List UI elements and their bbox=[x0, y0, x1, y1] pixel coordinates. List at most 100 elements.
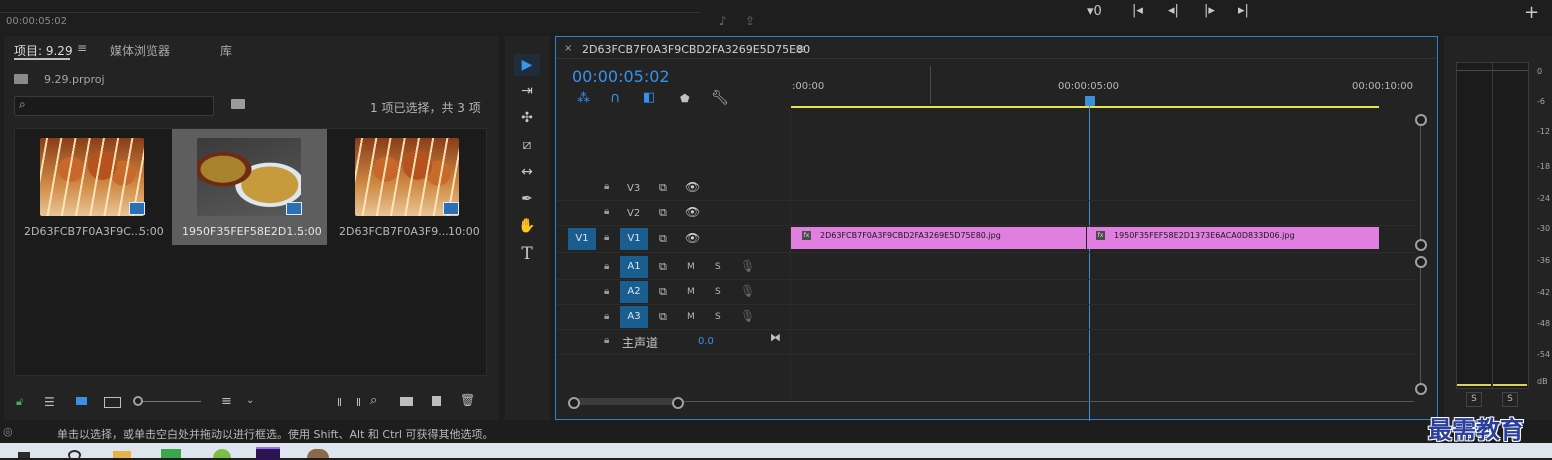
new-bin-icon[interactable] bbox=[400, 397, 413, 406]
scroll-handle[interactable] bbox=[1415, 383, 1427, 395]
panel-menu-icon[interactable]: ≡ bbox=[77, 41, 87, 55]
step-forward-icon[interactable]: |▸ bbox=[1204, 3, 1215, 18]
playhead-handle[interactable] bbox=[1085, 96, 1095, 106]
mute-button[interactable]: M bbox=[687, 287, 695, 297]
lock-icon[interactable]: 🔒︎ bbox=[604, 335, 609, 346]
avatar[interactable] bbox=[307, 449, 329, 458]
timeline-timecode[interactable]: 00:00:05:02 bbox=[572, 67, 670, 86]
marker-icon[interactable]: ▾0 bbox=[1087, 4, 1102, 19]
mute-button[interactable]: M bbox=[687, 262, 695, 272]
mute-button[interactable]: M bbox=[687, 312, 695, 322]
scroll-handle[interactable] bbox=[1415, 114, 1427, 126]
panel-menu-icon[interactable]: ≡ bbox=[795, 42, 805, 56]
solo-left-button[interactable]: S bbox=[1466, 392, 1482, 407]
eye-icon[interactable]: 👁︎ bbox=[685, 180, 700, 194]
eye-icon[interactable]: 👁︎ bbox=[685, 205, 700, 219]
lock-icon[interactable]: 🔓︎ bbox=[16, 395, 23, 409]
search-input[interactable] bbox=[14, 96, 214, 116]
microphone-icon[interactable]: 🎙︎ bbox=[740, 259, 755, 273]
sync-lock-icon[interactable]: ⧉ bbox=[659, 181, 667, 195]
icon-view-icon[interactable] bbox=[76, 397, 87, 405]
freeform-view-icon[interactable] bbox=[104, 397, 121, 408]
lock-icon[interactable]: 🔒︎ bbox=[604, 206, 609, 217]
automate-to-sequence-icon[interactable] bbox=[338, 398, 360, 406]
sync-lock-icon[interactable]: ⧉ bbox=[659, 206, 667, 220]
tab-libraries[interactable]: 库 bbox=[220, 42, 232, 59]
wrench-icon[interactable]: 🔧︎ bbox=[711, 90, 729, 106]
search-icon[interactable] bbox=[68, 450, 81, 460]
pen-tool-icon[interactable]: ✒ bbox=[514, 188, 540, 210]
sync-lock-icon[interactable]: ⧉ bbox=[659, 310, 667, 324]
add-button-icon[interactable]: + bbox=[1524, 2, 1539, 23]
track-target-v1[interactable]: V1 bbox=[620, 228, 648, 250]
track-master[interactable] bbox=[556, 330, 1416, 355]
chevron-down-icon[interactable]: ⌄ bbox=[246, 395, 254, 406]
app-icon[interactable] bbox=[161, 449, 181, 458]
new-search-bin-icon[interactable] bbox=[231, 99, 245, 109]
nest-icon[interactable]: ⁂ bbox=[577, 91, 590, 106]
track-a3[interactable] bbox=[556, 305, 1416, 330]
type-tool-icon[interactable]: T bbox=[514, 243, 540, 265]
trash-icon[interactable]: 🗑︎ bbox=[460, 393, 475, 407]
add-marker-icon[interactable]: ⬟ bbox=[680, 92, 690, 105]
premiere-icon[interactable] bbox=[256, 447, 280, 460]
master-volume[interactable]: 0.0 bbox=[698, 336, 714, 347]
lock-icon[interactable]: 🔒︎ bbox=[604, 181, 609, 192]
track-a2[interactable] bbox=[556, 280, 1416, 305]
linked-selection-icon[interactable]: ◧ bbox=[643, 90, 655, 105]
lock-icon[interactable]: 🔒︎ bbox=[604, 261, 609, 272]
source-patch-v1[interactable]: V1 bbox=[568, 228, 596, 250]
track-target-a3[interactable]: A3 bbox=[620, 306, 648, 328]
close-icon[interactable]: × bbox=[564, 43, 572, 54]
track-select-tool-icon[interactable]: ⇥ bbox=[514, 80, 540, 102]
go-to-out-icon[interactable]: ▸| bbox=[1238, 3, 1249, 18]
sort-icon[interactable]: ≡ bbox=[221, 394, 232, 409]
tab-media-browser[interactable]: 媒体浏览器 bbox=[110, 42, 170, 59]
sync-lock-icon[interactable]: ⧉ bbox=[659, 285, 667, 299]
horizontal-scroll-thumb[interactable] bbox=[573, 398, 677, 405]
track-target-a2[interactable]: A2 bbox=[620, 281, 648, 303]
solo-button[interactable]: S bbox=[715, 287, 721, 297]
microphone-icon[interactable]: 🎙︎ bbox=[740, 309, 755, 323]
vertical-scrollbar-audio[interactable] bbox=[1420, 261, 1421, 388]
scroll-handle[interactable] bbox=[672, 397, 684, 409]
list-view-icon[interactable]: ☰ bbox=[44, 395, 55, 409]
file-explorer-icon[interactable] bbox=[113, 451, 131, 458]
windows-start-icon[interactable] bbox=[18, 452, 30, 458]
zoom-slider[interactable] bbox=[137, 401, 201, 402]
work-area-bar[interactable] bbox=[791, 106, 1379, 108]
lock-icon[interactable]: 🔒︎ bbox=[604, 311, 609, 322]
track-a1[interactable] bbox=[556, 255, 1416, 280]
sequence-tab[interactable]: 2D63FCB7F0A3F9CBD2FA3269E5D75E80 bbox=[582, 43, 810, 56]
hand-tool-icon[interactable]: ✋ bbox=[514, 215, 540, 237]
insert-icon[interactable]: ♪ bbox=[719, 14, 727, 28]
new-item-icon[interactable] bbox=[432, 396, 441, 406]
solo-button[interactable]: S bbox=[715, 262, 721, 272]
razor-tool-icon[interactable]: ⧄ bbox=[514, 134, 540, 156]
selection-tool-icon[interactable]: ▶ bbox=[514, 54, 540, 76]
lock-icon[interactable]: 🔒︎ bbox=[604, 232, 609, 243]
snap-icon[interactable]: ∩ bbox=[610, 90, 620, 106]
solo-right-button[interactable]: S bbox=[1502, 392, 1518, 407]
tab-project[interactable]: 项目: 9.29 bbox=[14, 42, 73, 59]
lock-icon[interactable]: 🔒︎ bbox=[604, 286, 609, 297]
microphone-icon[interactable]: 🎙︎ bbox=[740, 284, 755, 298]
track-target-a1[interactable]: A1 bbox=[620, 256, 648, 278]
find-icon[interactable]: ⌕ bbox=[370, 393, 377, 408]
vertical-scrollbar-video[interactable] bbox=[1420, 118, 1421, 244]
sync-lock-icon[interactable]: ⧉ bbox=[659, 232, 667, 246]
export-frame-icon[interactable]: ⇪ bbox=[745, 14, 755, 28]
horizontal-scrollbar[interactable] bbox=[568, 401, 1414, 402]
slip-tool-icon[interactable]: ↔ bbox=[514, 161, 540, 183]
scroll-handle[interactable] bbox=[1415, 256, 1427, 268]
go-to-in-icon[interactable]: |◂ bbox=[1132, 3, 1143, 18]
scroll-handle[interactable] bbox=[568, 397, 580, 409]
eye-icon[interactable]: 👁︎ bbox=[685, 231, 700, 245]
scroll-handle[interactable] bbox=[1415, 239, 1427, 251]
sync-lock-icon[interactable]: ⧉ bbox=[659, 260, 667, 274]
solo-button[interactable]: S bbox=[715, 312, 721, 322]
zoom-slider-handle[interactable] bbox=[133, 396, 143, 406]
step-back-icon[interactable]: ◂| bbox=[1168, 3, 1179, 18]
ripple-edit-tool-icon[interactable]: ✣ bbox=[514, 107, 540, 129]
go-to-edit-icon[interactable]: ⧓ bbox=[770, 331, 781, 344]
